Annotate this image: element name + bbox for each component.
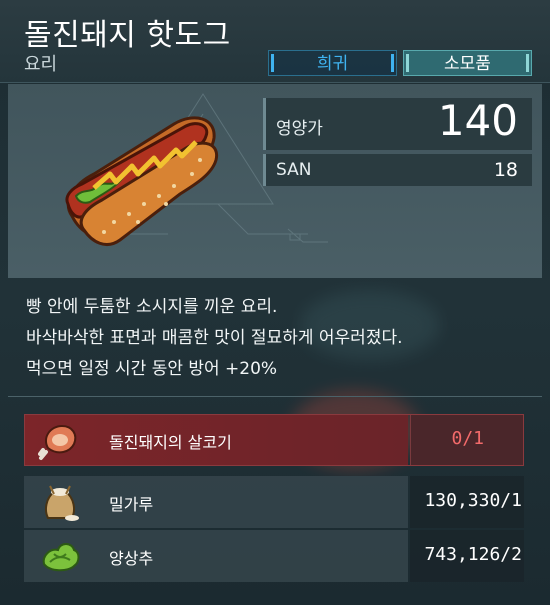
ingredient-row[interactable]: 양상추 743,126/2 xyxy=(24,530,524,582)
ingredient-name: 양상추 xyxy=(109,549,154,568)
item-type-badge: 소모품 xyxy=(403,50,532,76)
nutrition-stat: 영양가 140 xyxy=(263,96,532,150)
item-detail-panel: 돌진돼지 핫도그 요리 희귀 소모품 영양가 140 SAN 18 빵 안에 두… xyxy=(0,0,550,605)
ingredient-name: 돌진돼지의 살코기 xyxy=(109,433,232,452)
description-line: 먹으면 일정 시간 동안 방어 +20% xyxy=(26,359,278,379)
meat-icon xyxy=(38,424,77,460)
ingredient-count: 0/1 xyxy=(451,428,484,449)
san-value: 18 xyxy=(493,159,518,181)
ingredient-count: 743,126/2 xyxy=(424,544,522,565)
item-category: 요리 xyxy=(24,54,58,75)
item-name: 돌진돼지 핫도그 xyxy=(24,18,231,53)
nutrition-value: 140 xyxy=(437,96,518,145)
item-header: 돌진돼지 핫도그 요리 희귀 소모품 xyxy=(0,0,550,83)
ingredient-name: 밀가루 xyxy=(109,495,154,514)
hotdog-icon xyxy=(65,116,219,246)
san-label: SAN xyxy=(276,160,312,180)
item-description: 빵 안에 두툼한 소시지를 끼운 요리. 바삭바삭한 표면과 매콤한 맛이 절묘… xyxy=(26,292,536,385)
lettuce-icon xyxy=(42,543,80,572)
flour-sack-icon xyxy=(45,485,79,521)
ingredient-count: 130,330/1 xyxy=(424,490,522,511)
san-stat: SAN 18 xyxy=(263,154,532,186)
description-line: 빵 안에 두툼한 소시지를 끼운 요리. xyxy=(26,297,278,317)
ingredient-row[interactable]: 돌진돼지의 살코기 0/1 xyxy=(24,414,524,466)
rarity-badge: 희귀 xyxy=(268,50,397,76)
ingredient-row[interactable]: 밀가루 130,330/1 xyxy=(24,476,524,528)
divider xyxy=(8,396,542,397)
description-line: 바삭바삭한 표면과 매콤한 맛이 절묘하게 어우러졌다. xyxy=(26,328,403,348)
nutrition-label: 영양가 xyxy=(276,119,323,139)
